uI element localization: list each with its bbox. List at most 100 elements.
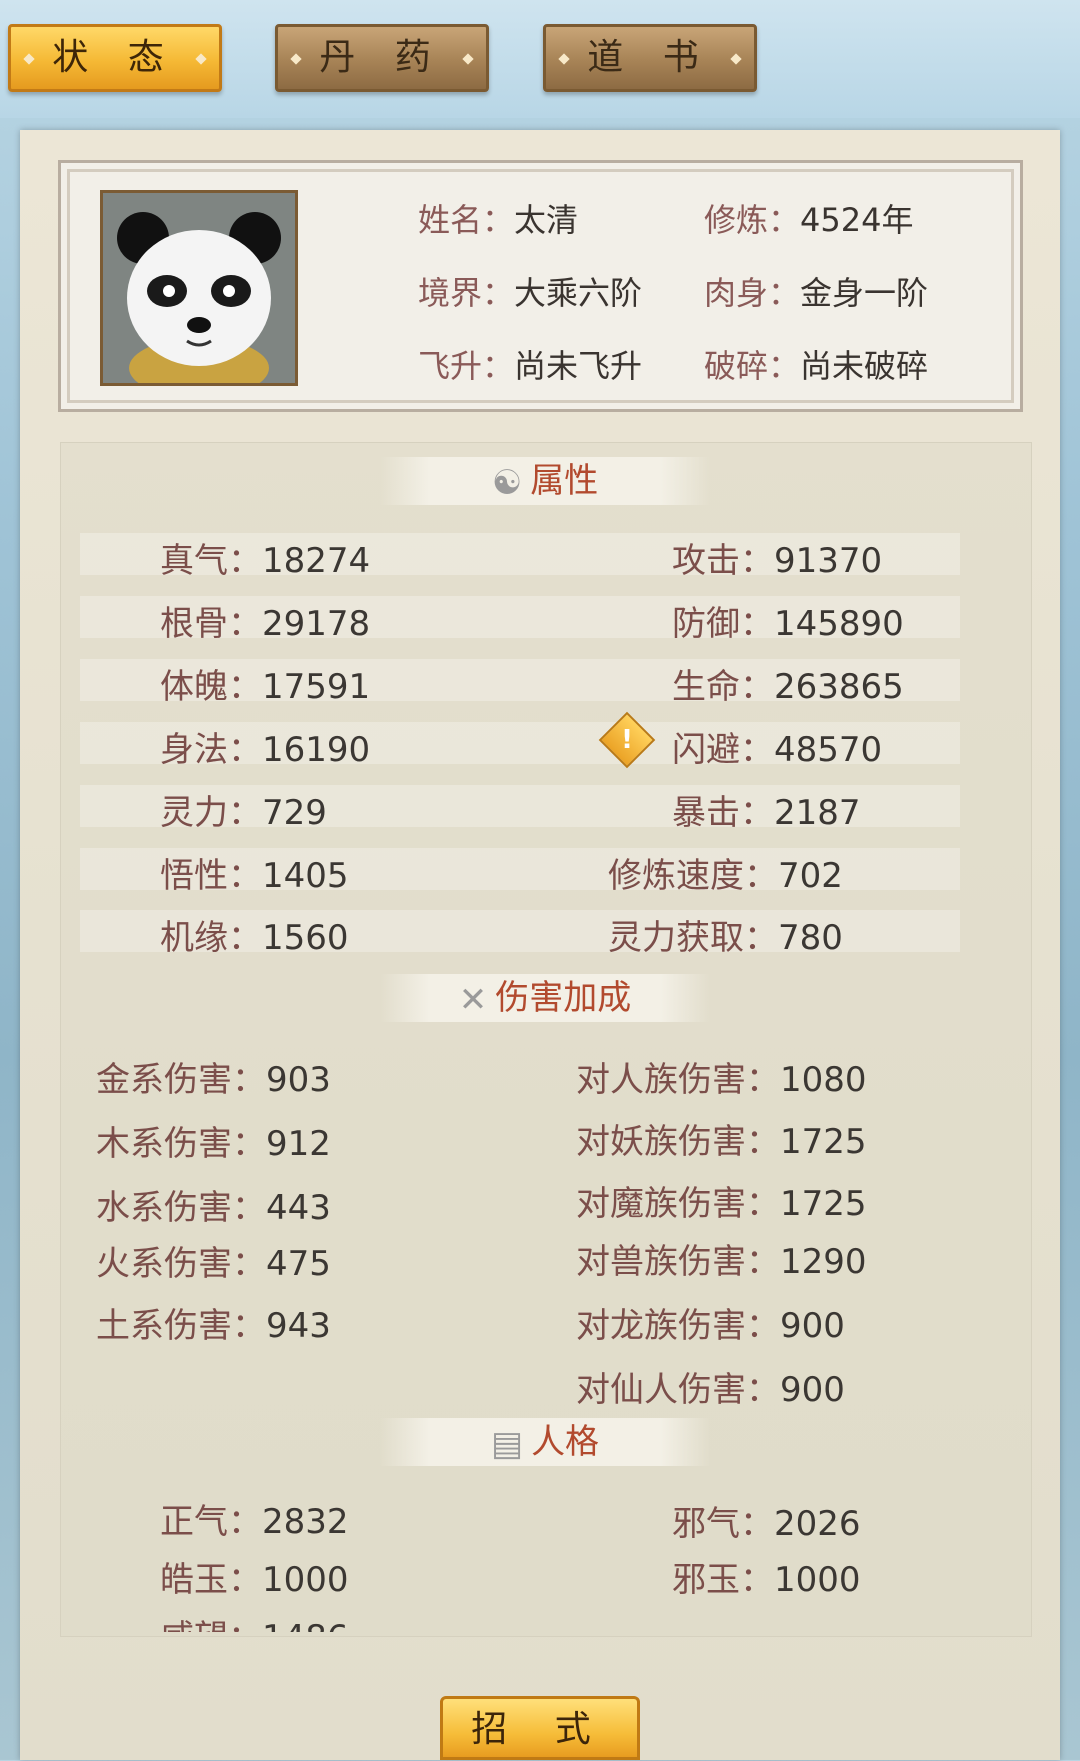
stat-value: 29178 bbox=[262, 604, 371, 644]
stat-value: 145890 bbox=[774, 604, 904, 644]
stat-value: 1290 bbox=[780, 1242, 867, 1282]
stat-value: 702 bbox=[778, 856, 843, 896]
stat-lingli: 灵力：729 bbox=[160, 785, 327, 834]
top-tab-bar: 状 态 丹 药 道 书 bbox=[0, 0, 1080, 118]
stat-label: 暴击： bbox=[672, 793, 774, 833]
profile-name: 姓名：太清 bbox=[418, 195, 578, 241]
stat-value: 780 bbox=[778, 918, 843, 958]
stat-label: 真气： bbox=[160, 541, 262, 581]
stat-label: 闪避： bbox=[672, 730, 774, 770]
pers-weiwang: 威望：1486 bbox=[160, 1610, 349, 1632]
pers-haoyu: 皓玉：1000 bbox=[160, 1552, 349, 1601]
tab-status[interactable]: 状 态 bbox=[8, 24, 222, 92]
stat-value: 1486 bbox=[262, 1618, 349, 1632]
stat-tipo: 体魄：17591 bbox=[160, 659, 370, 708]
tab-pills[interactable]: 丹 药 bbox=[275, 24, 489, 92]
stat-value: 18274 bbox=[262, 541, 371, 581]
stat-label: 攻击： bbox=[672, 541, 774, 581]
stat-label: 对仙人伤害： bbox=[576, 1370, 780, 1410]
panda-avatar-icon bbox=[103, 193, 295, 383]
stat-gongji: 攻击：91370 bbox=[672, 533, 882, 582]
name-label: 姓名： bbox=[418, 201, 515, 239]
dmg-metal: 金系伤害：903 bbox=[96, 1052, 331, 1101]
dmg-vs-immortal: 对仙人伤害：900 bbox=[576, 1362, 845, 1411]
profile-cultivation: 修炼：4524年 bbox=[704, 195, 913, 241]
tab-label: 丹 药 bbox=[319, 37, 445, 78]
stat-label: 体魄： bbox=[160, 667, 262, 707]
tab-books[interactable]: 道 书 bbox=[543, 24, 757, 92]
stat-label: 身法： bbox=[160, 730, 262, 770]
ascend-value: 尚未飞升 bbox=[514, 347, 643, 385]
stat-value: 943 bbox=[266, 1306, 331, 1346]
stat-value: 16190 bbox=[262, 730, 371, 770]
profile-body: 肉身：金身一阶 bbox=[704, 268, 928, 314]
stat-label: 金系伤害： bbox=[96, 1060, 266, 1100]
stat-shanbi: 闪避：48570 bbox=[672, 722, 882, 771]
dmg-water: 水系伤害：443 bbox=[96, 1180, 331, 1229]
dmg-vs-demon: 对妖族伤害：1725 bbox=[576, 1114, 867, 1163]
stat-jiyuan: 机缘：1560 bbox=[160, 910, 349, 959]
section-title: 伤害加成 bbox=[495, 978, 632, 1018]
stat-value: 2187 bbox=[774, 793, 861, 833]
stat-xiulian-sudu: 修炼速度：702 bbox=[608, 848, 843, 897]
stat-zhenqi: 真气：18274 bbox=[160, 533, 370, 582]
stat-label: 对人族伤害： bbox=[576, 1060, 780, 1100]
stat-label: 邪气： bbox=[672, 1504, 774, 1544]
stat-label: 防御： bbox=[672, 604, 774, 644]
stat-label: 悟性： bbox=[160, 856, 262, 896]
stat-value: 912 bbox=[266, 1124, 331, 1164]
stat-label: 对龙族伤害： bbox=[576, 1306, 780, 1346]
stat-value: 1725 bbox=[780, 1184, 867, 1224]
section-header-damage: ✕ 伤害加成 bbox=[380, 974, 710, 1022]
stat-fangyu: 防御：145890 bbox=[672, 596, 904, 645]
section-header-attributes: ☯ 属性 bbox=[380, 457, 710, 505]
profile-realm: 境界：大乘六阶 bbox=[418, 268, 642, 314]
section-title: 人格 bbox=[531, 1422, 600, 1462]
stat-value: 2832 bbox=[262, 1502, 349, 1542]
profile-ascend: 飞升：尚未飞升 bbox=[418, 341, 642, 387]
stat-value: 900 bbox=[780, 1306, 845, 1346]
stat-value: 1000 bbox=[262, 1560, 349, 1600]
dmg-vs-devil: 对魔族伤害：1725 bbox=[576, 1176, 867, 1225]
dmg-vs-beast: 对兽族伤害：1290 bbox=[576, 1234, 867, 1283]
tab-ornament-icon bbox=[462, 53, 474, 65]
dmg-fire: 火系伤害：475 bbox=[96, 1236, 331, 1285]
stat-value: 2026 bbox=[774, 1504, 861, 1544]
stat-value: 48570 bbox=[774, 730, 883, 770]
stat-label: 灵力获取： bbox=[608, 918, 778, 958]
stat-label: 灵力： bbox=[160, 793, 262, 833]
stat-label: 机缘： bbox=[160, 918, 262, 958]
yin-yang-icon: ☯ bbox=[491, 462, 523, 503]
stat-value: 1725 bbox=[780, 1122, 867, 1162]
stat-shengming: 生命：263865 bbox=[672, 659, 904, 708]
stat-label: 根骨： bbox=[160, 604, 262, 644]
stat-value: 1560 bbox=[262, 918, 349, 958]
stat-value: 91370 bbox=[774, 541, 883, 581]
stat-label: 火系伤害： bbox=[96, 1244, 266, 1284]
stat-label: 对妖族伤害： bbox=[576, 1122, 780, 1162]
stat-wuxing: 悟性：1405 bbox=[160, 848, 349, 897]
tab-ornament-icon bbox=[290, 53, 302, 65]
cultivation-label: 修炼： bbox=[704, 201, 801, 239]
stat-label: 威望： bbox=[160, 1618, 262, 1632]
stat-label: 木系伤害： bbox=[96, 1124, 266, 1164]
stat-gengu: 根骨：29178 bbox=[160, 596, 370, 645]
stat-value: 1000 bbox=[774, 1560, 861, 1600]
stat-value: 1405 bbox=[262, 856, 349, 896]
stat-value: 729 bbox=[262, 793, 327, 833]
pers-zhengqi: 正气：2832 bbox=[160, 1494, 349, 1543]
stat-label: 对魔族伤害： bbox=[576, 1184, 780, 1224]
tab-ornament-icon bbox=[730, 53, 742, 65]
break-label: 破碎： bbox=[704, 347, 801, 385]
dmg-vs-human: 对人族伤害：1080 bbox=[576, 1052, 867, 1101]
stat-label: 修炼速度： bbox=[608, 856, 778, 896]
stat-value: 263865 bbox=[774, 667, 904, 707]
profile-break: 破碎：尚未破碎 bbox=[704, 341, 928, 387]
avatar[interactable] bbox=[100, 190, 298, 386]
stat-lingli-huoqu: 灵力获取：780 bbox=[608, 910, 843, 959]
stat-shenfa: 身法：16190 bbox=[160, 722, 370, 771]
stat-label: 邪玉： bbox=[672, 1560, 774, 1600]
body-label: 肉身： bbox=[704, 274, 801, 312]
skills-button[interactable]: 招 式 bbox=[440, 1696, 640, 1760]
skills-button-label: 招 式 bbox=[471, 1709, 609, 1750]
